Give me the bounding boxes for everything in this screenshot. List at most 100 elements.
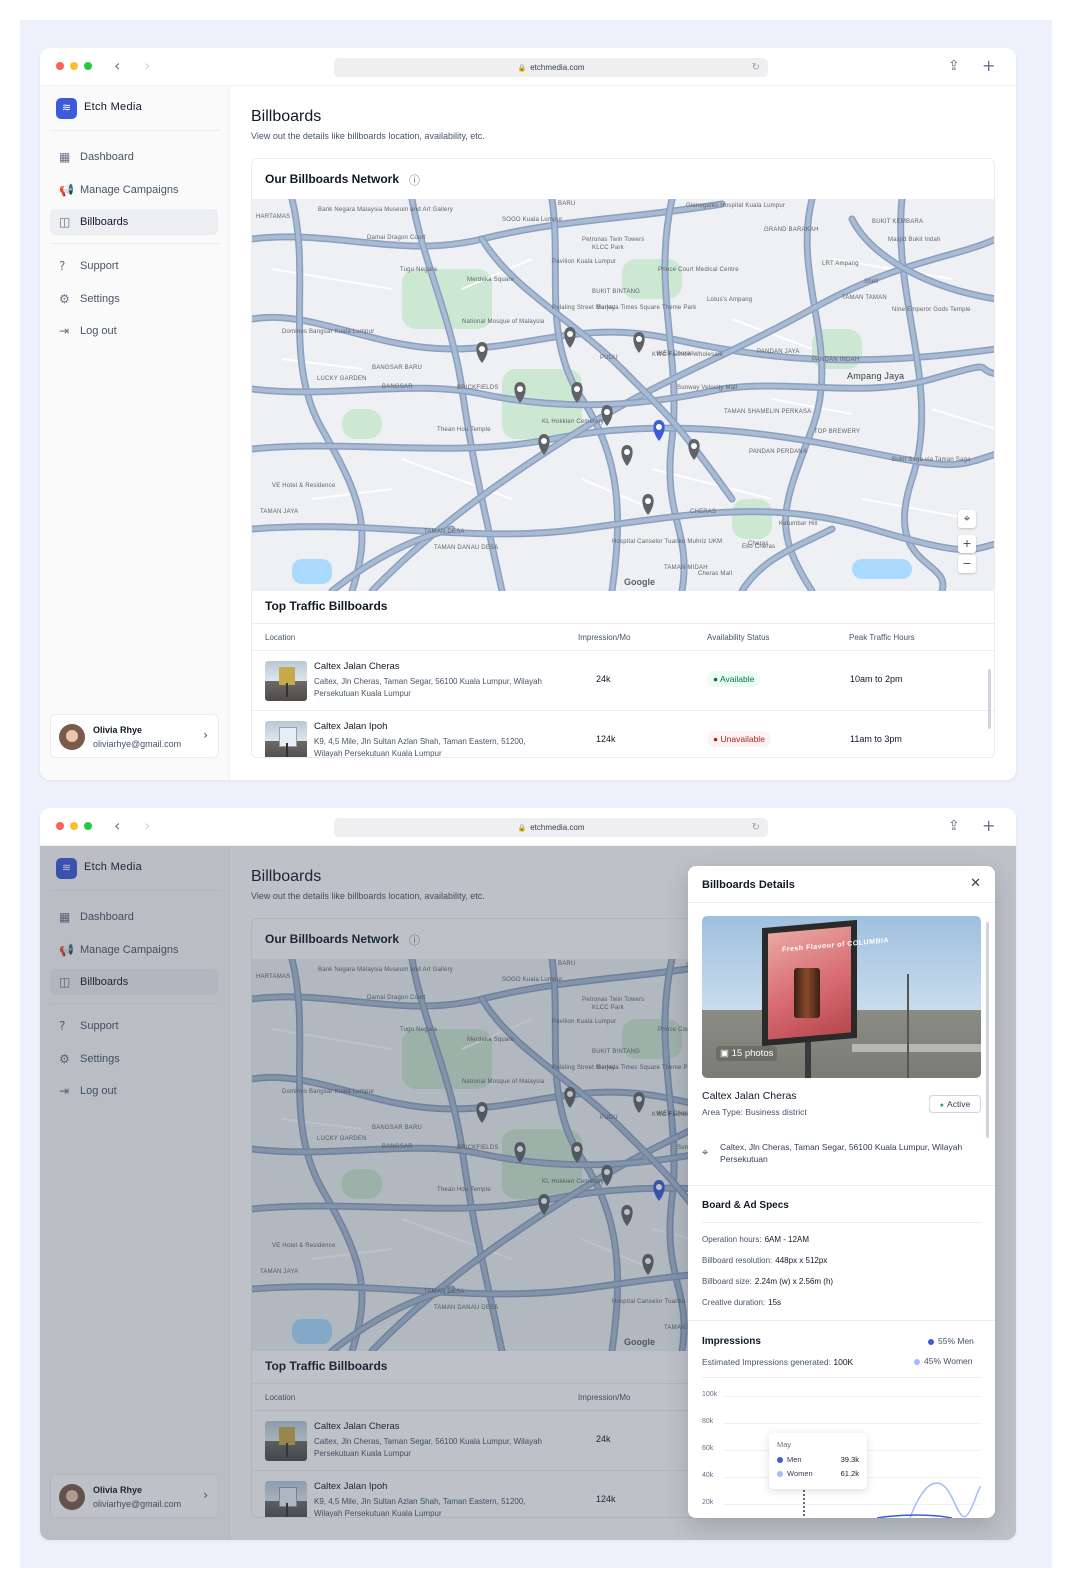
nav-item-settings[interactable]: ⚙ Settings bbox=[50, 286, 218, 312]
grid-icon: ▦ bbox=[59, 150, 71, 164]
map-label: Pavilion Kuala Lumpur bbox=[552, 259, 617, 265]
chart-tooltip: May Men 39.3k Women 61.2k bbox=[769, 1433, 867, 1489]
table-header: Location Impression/Mo Availability Stat… bbox=[252, 623, 994, 651]
table-scrollbar[interactable] bbox=[988, 669, 991, 729]
reload-icon[interactable]: ↻ bbox=[752, 58, 760, 77]
billboard-map[interactable]: Petronas Twin Towers KLCC Park BUKIT BINTA… bbox=[252, 199, 994, 591]
photos-count-badge[interactable]: ▣ 15 photos bbox=[716, 1046, 778, 1061]
spec-label: Billboard resolution: bbox=[702, 1256, 773, 1265]
map-label: BUKIT KEMBARA bbox=[872, 219, 924, 225]
highway-casing bbox=[252, 313, 994, 364]
map-label: Thean Hou Temple bbox=[437, 427, 491, 433]
address-bar[interactable]: 🔒 etchmedia.com ↻ bbox=[334, 58, 768, 77]
my-location-icon[interactable]: ⌖ bbox=[958, 510, 976, 528]
new-tab-icon[interactable]: + bbox=[982, 818, 995, 834]
col-location: Location bbox=[265, 633, 296, 642]
canvas-background: ‹ › 🔒 etchmedia.com ↻ ⇪ + ≋ Etch Media ▦ Da… bbox=[20, 20, 1052, 1568]
nav-item-manage-campaigns[interactable]: 📢 Manage Campaigns bbox=[50, 177, 218, 203]
nav-item-billboards[interactable]: ◫ Billboards bbox=[50, 209, 218, 235]
pin-center bbox=[604, 409, 610, 415]
nav-item-dashboard[interactable]: ▦ Dashboard bbox=[50, 144, 218, 170]
map-label: GRAND BARAKAH bbox=[764, 227, 819, 233]
close-window-dot[interactable] bbox=[56, 62, 64, 70]
divider bbox=[702, 1222, 981, 1223]
zoom-in-button[interactable]: + bbox=[958, 535, 976, 553]
brand-name: Etch Media bbox=[84, 101, 143, 113]
nav-label: Dashboard bbox=[80, 151, 134, 163]
nav-label: Log out bbox=[80, 325, 117, 337]
map-label: National Mosque of Malaysia bbox=[462, 319, 545, 325]
col-impressions: Impression/Mo bbox=[578, 633, 631, 642]
map-label: Ampang Jaya bbox=[847, 371, 905, 381]
highway-casing bbox=[782, 199, 826, 591]
minor-road bbox=[861, 498, 973, 520]
back-arrow-icon[interactable]: ‹ bbox=[114, 57, 120, 75]
nav-label: Manage Campaigns bbox=[80, 184, 179, 196]
reload-icon[interactable]: ↻ bbox=[752, 818, 760, 837]
map-label: KLCC Park bbox=[592, 245, 624, 251]
pin-center bbox=[517, 386, 523, 392]
map-icon: ◫ bbox=[59, 215, 71, 229]
highway bbox=[783, 199, 824, 591]
table-row[interactable]: Caltex Jalan Ipoh K9, 4,5 Mile, Jln Sult… bbox=[252, 711, 994, 757]
maximize-window-dot[interactable] bbox=[84, 62, 92, 70]
address-bar[interactable]: 🔒 etchmedia.com ↻ bbox=[334, 818, 768, 837]
chevron-right-icon[interactable]: › bbox=[203, 728, 208, 742]
billboard-photo[interactable]: Fresh Flavour of COLUMBIA ▣ 15 photos bbox=[702, 916, 981, 1078]
close-icon[interactable]: ✕ bbox=[970, 876, 981, 891]
billboard-pole bbox=[805, 1040, 811, 1078]
map-label: Cheras bbox=[748, 541, 769, 547]
spec-operation-hours: Operation hours: 6AM - 12AM bbox=[702, 1235, 809, 1244]
user-name: Olivia Rhye bbox=[93, 725, 143, 735]
table-row[interactable]: Caltex Jalan Cheras Caltex, Jln Cheras, … bbox=[252, 651, 994, 711]
info-icon[interactable]: ⓘ bbox=[409, 172, 420, 188]
forward-arrow-icon[interactable]: › bbox=[144, 817, 150, 835]
billboard-thumbnail bbox=[265, 721, 307, 757]
pin-center bbox=[691, 443, 697, 449]
map-label: LRT Ampang bbox=[822, 261, 859, 267]
url-text: etchmedia.com bbox=[530, 823, 585, 832]
nav-item-support[interactable]: ? Support bbox=[50, 253, 218, 279]
new-tab-icon[interactable]: + bbox=[982, 58, 995, 74]
map-label: PANDAN PERDANA bbox=[749, 449, 808, 455]
col-peak: Peak Traffic Hours bbox=[849, 633, 915, 642]
legend-dot bbox=[928, 1338, 934, 1345]
tooltip-month: May bbox=[777, 1440, 792, 1449]
status-text: Unavailable bbox=[720, 734, 765, 744]
highway-casing bbox=[328, 525, 456, 591]
pin-center bbox=[624, 449, 630, 455]
forward-arrow-icon[interactable]: › bbox=[144, 57, 150, 75]
status-text: Active bbox=[947, 1099, 971, 1109]
user-card[interactable]: Olivia Rhye oliviarhye@gmail.com › bbox=[50, 714, 219, 758]
google-logo: Google bbox=[624, 577, 655, 587]
legend-dot bbox=[914, 1358, 920, 1365]
pin-center bbox=[645, 498, 651, 504]
spec-value: 6AM - 12AM bbox=[764, 1235, 810, 1244]
sidebar: ≋ Etch Media ▦ Dashboard 📢 Manage Campaign… bbox=[40, 86, 230, 780]
map-label: Masjid Bukit Indah bbox=[888, 237, 941, 243]
lamp-post bbox=[907, 974, 909, 1078]
nav-label: Settings bbox=[80, 293, 120, 305]
map-label: TAMAN JAYA bbox=[260, 509, 299, 515]
map-label: Glenegales Hospital Kuala Lumpur bbox=[686, 203, 786, 209]
minimize-window-dot[interactable] bbox=[70, 822, 78, 830]
map-label: Berjaya Times Square Theme Park bbox=[597, 305, 697, 311]
map-label: SOGO Kuala Lumpur bbox=[502, 217, 563, 223]
etch-logo-icon: ≋ bbox=[56, 98, 77, 119]
billboard-name: Caltex Jalan Cheras bbox=[702, 1090, 797, 1102]
page-title: Billboards bbox=[251, 108, 322, 125]
map-label: Lotus's Ampang bbox=[707, 297, 753, 303]
share-icon[interactable]: ⇪ bbox=[948, 58, 960, 74]
minimize-window-dot[interactable] bbox=[70, 62, 78, 70]
nav-item-log-out[interactable]: ⇥ Log out bbox=[50, 318, 218, 344]
back-arrow-icon[interactable]: ‹ bbox=[114, 817, 120, 835]
zoom-out-button[interactable]: − bbox=[958, 555, 976, 573]
map-label: Bank Negara Malaysia Museum and Art Gall… bbox=[318, 207, 453, 213]
tooltip-dot bbox=[777, 1457, 783, 1464]
map-label: BANGSAR BARU bbox=[372, 365, 423, 371]
close-window-dot[interactable] bbox=[56, 822, 64, 830]
panel-scrollbar[interactable] bbox=[986, 922, 989, 1138]
share-icon[interactable]: ⇪ bbox=[948, 818, 960, 834]
row-peak: 11am to 3pm bbox=[850, 734, 902, 744]
maximize-window-dot[interactable] bbox=[84, 822, 92, 830]
